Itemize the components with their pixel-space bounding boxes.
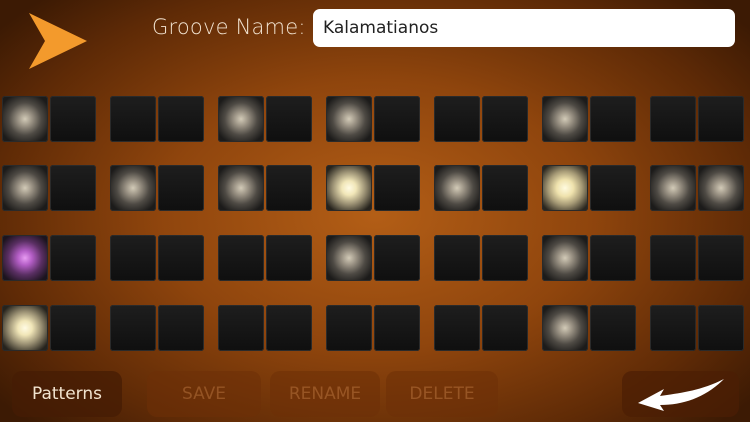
step-pad-r1-c1[interactable] [2,96,48,142]
groove-editor: Groove Name: Patterns SAVE RENAME DELETE [0,0,750,422]
step-pad-r2-c14[interactable] [698,165,744,211]
curved-arrow-left-icon [638,379,724,411]
step-pad-r4-c9[interactable] [434,305,480,351]
step-pad-r4-c11[interactable] [542,305,588,351]
rename-button[interactable]: RENAME [270,371,380,417]
step-pad-r4-c6[interactable] [266,305,312,351]
step-pad-r3-c11[interactable] [542,235,588,281]
step-pad-r1-c14[interactable] [698,96,744,142]
step-pad-r1-c12[interactable] [590,96,636,142]
step-pad-r1-c13[interactable] [650,96,696,142]
next-button[interactable] [622,371,739,417]
step-pad-r1-c5[interactable] [218,96,264,142]
step-pad-r3-c5[interactable] [218,235,264,281]
step-pad-r4-c7[interactable] [326,305,372,351]
step-pad-r3-c3[interactable] [110,235,156,281]
step-pad-r1-c2[interactable] [50,96,96,142]
step-pad-r1-c7[interactable] [326,96,372,142]
step-pad-r4-c8[interactable] [374,305,420,351]
step-pad-r1-c11[interactable] [542,96,588,142]
step-pad-r3-c14[interactable] [698,235,744,281]
step-pad-r2-c3[interactable] [110,165,156,211]
step-pad-r2-c4[interactable] [158,165,204,211]
step-pad-r4-c5[interactable] [218,305,264,351]
step-pad-r4-c13[interactable] [650,305,696,351]
step-pad-r2-c12[interactable] [590,165,636,211]
groove-name-label: Groove Name: [152,15,306,39]
step-pad-r3-c10[interactable] [482,235,528,281]
step-pad-r3-c4[interactable] [158,235,204,281]
step-pad-r3-c2[interactable] [50,235,96,281]
step-pad-r1-c9[interactable] [434,96,480,142]
step-pad-r2-c9[interactable] [434,165,480,211]
step-pad-r3-c6[interactable] [266,235,312,281]
groove-name-input[interactable] [313,9,735,47]
step-pad-r4-c4[interactable] [158,305,204,351]
step-pad-r3-c12[interactable] [590,235,636,281]
step-pad-r4-c14[interactable] [698,305,744,351]
step-pad-r2-c2[interactable] [50,165,96,211]
step-pad-r1-c8[interactable] [374,96,420,142]
step-pad-r4-c1[interactable] [2,305,48,351]
step-pad-r4-c10[interactable] [482,305,528,351]
step-pad-r3-c7[interactable] [326,235,372,281]
step-pad-r2-c5[interactable] [218,165,264,211]
step-pad-r1-c3[interactable] [110,96,156,142]
step-pad-r1-c10[interactable] [482,96,528,142]
step-pad-r2-c1[interactable] [2,165,48,211]
step-pad-r1-c4[interactable] [158,96,204,142]
step-pad-r4-c3[interactable] [110,305,156,351]
step-pad-r1-c6[interactable] [266,96,312,142]
step-pad-r2-c6[interactable] [266,165,312,211]
step-pad-r2-c7[interactable] [326,165,372,211]
patterns-button[interactable]: Patterns [12,371,122,417]
step-pad-r4-c2[interactable] [50,305,96,351]
step-pad-r3-c8[interactable] [374,235,420,281]
step-pad-r3-c9[interactable] [434,235,480,281]
step-pad-r3-c1[interactable] [2,235,48,281]
step-pad-r2-c8[interactable] [374,165,420,211]
step-pad-r2-c10[interactable] [482,165,528,211]
step-pad-r3-c13[interactable] [650,235,696,281]
step-pad-r2-c11[interactable] [542,165,588,211]
step-pad-r2-c13[interactable] [650,165,696,211]
delete-button[interactable]: DELETE [386,371,498,417]
save-button[interactable]: SAVE [147,371,261,417]
step-pad-r4-c12[interactable] [590,305,636,351]
play-triangle-icon[interactable] [27,11,89,71]
